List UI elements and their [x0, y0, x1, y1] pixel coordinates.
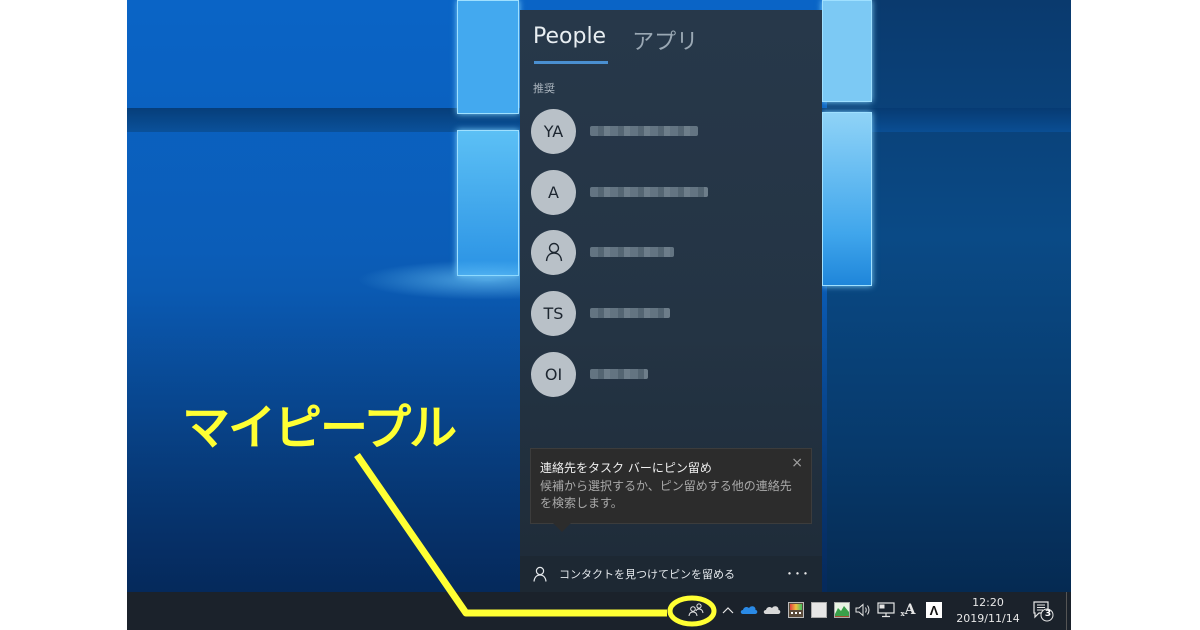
find-contacts-label[interactable]: コンタクトを見つけてピンを留める [559, 566, 735, 582]
avatar: YA [531, 108, 576, 154]
avatar [531, 229, 576, 275]
onedrive-icon[interactable] [740, 601, 758, 619]
wallpaper-window-pane [822, 0, 872, 102]
contact-item[interactable]: YA [531, 108, 811, 154]
tooltip-title: 連絡先をタスク バーにピン留め [540, 461, 712, 475]
clock-date: 2019/11/14 [956, 612, 1020, 625]
taskbar: xA Λ 12:20 2019/11/14 3 [127, 592, 1071, 630]
show-desktop-button[interactable] [1066, 592, 1071, 630]
contact-item[interactable]: A [531, 169, 811, 215]
contact-name-blurred [590, 247, 674, 257]
network-icon[interactable] [877, 601, 895, 619]
chevron-up-icon[interactable] [719, 601, 737, 619]
person-icon [533, 566, 547, 582]
volume-icon[interactable] [855, 601, 873, 619]
onedrive-gray-icon[interactable] [763, 601, 781, 619]
ime-icon[interactable]: xA [899, 601, 917, 619]
contact-name-blurred [590, 126, 698, 136]
people-panel: People アプリ 推奨 YA A TS OI 連絡先をタスク バーにピン留め… [520, 10, 822, 592]
close-icon[interactable]: × [791, 455, 803, 471]
wallpaper-window-pane [822, 112, 872, 286]
contact-item[interactable]: TS [531, 290, 811, 336]
annotation-label: マイピープル [182, 400, 457, 456]
wallpaper-window-pane [457, 0, 519, 114]
panel-tabs: People アプリ [533, 24, 698, 64]
tooltip-body: 候補から選択するか、ピン留めする他の連絡先を検索します。 [540, 479, 792, 510]
avatar: OI [531, 351, 576, 397]
tab-people[interactable]: People [533, 24, 609, 64]
clock[interactable]: 12:20 2019/11/14 [953, 595, 1023, 627]
blank-app-icon[interactable] [810, 601, 828, 619]
clock-time: 12:20 [972, 596, 1004, 609]
avatar: A [531, 169, 576, 215]
font-app-icon[interactable]: Λ [925, 601, 943, 619]
people-icon[interactable] [687, 601, 705, 619]
suggested-section-label: 推奨 [533, 82, 555, 95]
app-icon[interactable] [787, 601, 805, 619]
contact-name-blurred [590, 308, 670, 318]
desktop-screen: People アプリ 推奨 YA A TS OI 連絡先をタスク バーにピン留め… [127, 0, 1071, 630]
contact-name-blurred [590, 369, 648, 379]
notification-count: 3 [1044, 609, 1052, 619]
contact-item[interactable] [531, 229, 811, 275]
find-contacts-row[interactable]: コンタクトを見つけてピンを留める ･･･ [520, 556, 822, 592]
contact-item[interactable]: OI [531, 351, 811, 397]
tab-apps[interactable]: アプリ [632, 24, 698, 64]
wallpaper-window-pane [457, 130, 519, 276]
photo-icon[interactable] [833, 601, 851, 619]
contact-name-blurred [590, 187, 708, 197]
action-center-icon[interactable]: 3 [1032, 600, 1054, 622]
person-icon [545, 242, 562, 262]
pin-tooltip: 連絡先をタスク バーにピン留め 候補から選択するか、ピン留めする他の連絡先を検索… [530, 448, 812, 532]
avatar: TS [531, 290, 576, 336]
more-options-icon[interactable]: ･･･ [786, 564, 810, 584]
